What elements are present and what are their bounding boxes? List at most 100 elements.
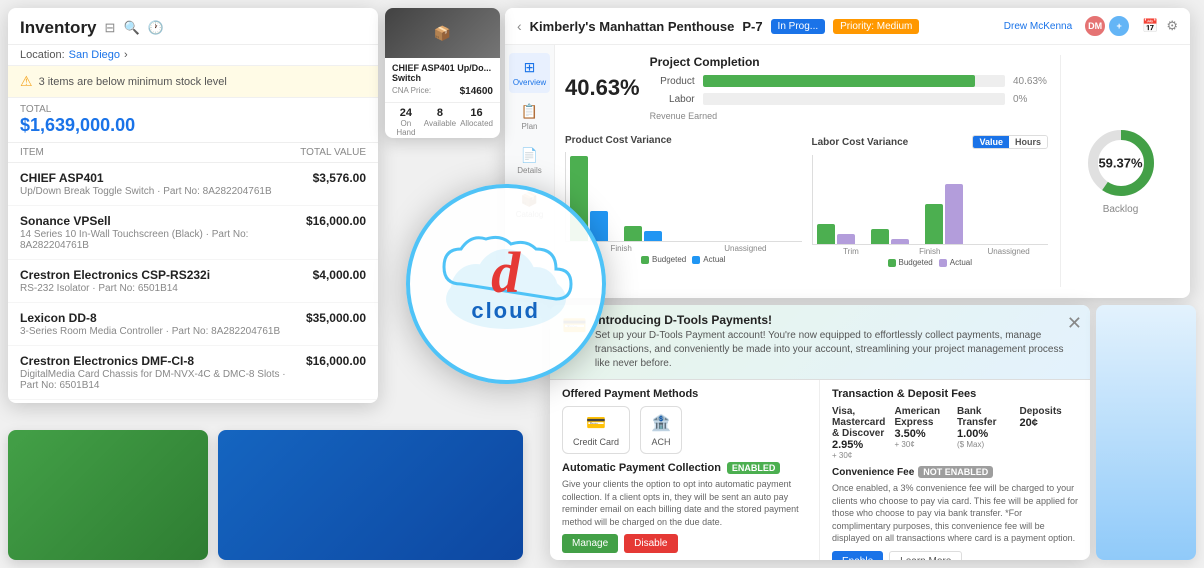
product-chart-title: Product Cost Variance [565,135,802,146]
chart-bar-budgeted [871,229,889,244]
available-stat: 8 Available [424,107,456,137]
convenience-fee-section: Convenience Fee NOT ENABLED Once enabled… [832,466,1078,560]
labor-progress-bar [703,93,1005,105]
payments-banner: 💳 Introducing D-Tools Payments! Set up y… [550,305,1090,380]
item-desc: Up/Down Break Toggle Switch · Part No: 8… [20,186,272,197]
on-hand-value: 24 [392,107,420,119]
labor-bar-label: Labor [650,94,695,105]
table-row[interactable]: Crestron Electronics CSP-RS232i RS-232 I… [8,260,378,303]
chart-xlabel-finish: Finish [894,247,965,256]
item-desc: 3-Series Room Media Controller · Part No… [20,326,280,337]
avatar: DM [1084,15,1106,37]
sidebar-item-details[interactable]: 📄 Details [513,141,545,181]
ach-method[interactable]: 🏦 ACH [640,406,682,454]
actual-dot [692,256,700,264]
available-label: Available [424,119,456,128]
item-name: Lexicon DD-8 [20,311,280,325]
chart-xlabel-trim: Trim [816,247,887,256]
backlog-label: Backlog [1103,204,1139,215]
price-label: CNA Price: [392,86,431,97]
blue-panel [218,430,523,560]
table-row[interactable]: CHIEF ASP401 Up/Down Break Toggle Switch… [8,163,378,206]
legend-budgeted: Budgeted [888,258,933,267]
payments-body: Offered Payment Methods 💳 Credit Card 🏦 … [550,380,1090,560]
chart-toggle[interactable]: Value Hours [972,135,1048,149]
banner-content: Introducing D-Tools Payments! Set up you… [595,313,1078,371]
chart-xlabel-unassigned: Unassigned [693,244,797,253]
legend-actual: Actual [939,258,972,267]
close-button[interactable]: ✕ [1067,313,1082,334]
project-header: ‹ Kimberly's Manhattan Penthouse P-7 In … [505,8,1190,45]
item-value: $35,000.00 [306,311,366,325]
project-body: ⊞ Overview 📋 Plan 📄 Details 📦 Catalog [505,45,1190,297]
back-button[interactable]: ‹ [517,18,522,34]
location-value[interactable]: San Diego [69,49,120,61]
sidebar-item-label: Details [517,166,541,175]
table-row[interactable]: Sony KD-85A80J 65" Class (64.5" viewable… [8,400,378,403]
sidebar-item-label: Plan [521,122,537,131]
calendar-icon[interactable]: 📅 [1142,18,1158,34]
payments-right: Transaction & Deposit Fees Visa, Masterc… [820,380,1090,560]
history-icon[interactable]: 🕐 [148,20,164,36]
conv-fee-row: Convenience Fee NOT ENABLED [832,466,1078,478]
visa-fee: Visa, Mastercard & Discover 2.95% + 30¢ [832,406,891,460]
product-info: CHIEF ASP401 Up/Do... Switch CNA Price: … [385,58,500,102]
auto-payment-row: Automatic Payment Collection ENABLED [562,462,807,474]
labor-chart-title: Labor Cost Variance Value Hours [812,135,1049,149]
enable-button[interactable]: Enable [832,551,883,560]
dcloud-letter: d [491,244,520,302]
deposit-fee: Deposits 20¢ [1020,406,1079,460]
allocated-label: Allocated [460,119,493,128]
manage-button[interactable]: Manage [562,534,618,553]
dcloud-text: cloud [471,298,540,324]
alert-banner: ⚠ 3 items are below minimum stock level [8,66,378,98]
item-name: Crestron Electronics CSP-RS232i [20,268,210,282]
payments-left: Offered Payment Methods 💳 Credit Card 🏦 … [550,380,820,560]
toggle-hours[interactable]: Hours [1009,136,1047,148]
product-bar-fill [703,75,975,87]
item-name: Crestron Electronics DMF-CI-8 [20,354,306,368]
legend-budgeted: Budgeted [641,255,686,264]
warning-icon: ⚠ [20,73,33,90]
sidebar-item-plan[interactable]: 📋 Plan [517,97,542,137]
inventory-panel: Inventory ⊟ 🔍 🕐 Location: San Diego › ⚠ … [8,8,378,403]
product-progress-bar [703,75,1005,87]
inventory-items-list: CHIEF ASP401 Up/Down Break Toggle Switch… [8,163,378,403]
product-bar-label: Product [650,76,695,87]
bank-sub: ($ Max) [957,440,1016,449]
table-row[interactable]: Lexicon DD-8 3-Series Room Media Control… [8,303,378,346]
location-breadcrumb: Location: San Diego › [8,45,378,66]
chart-group-unassigned [925,184,963,244]
credit-card-method[interactable]: 💳 Credit Card [562,406,630,454]
project-id: P-7 [742,19,762,34]
conv-title: Convenience Fee [832,467,914,478]
visa-label: Visa, Mastercard & Discover [832,406,891,439]
chart-bar-actual [837,234,855,244]
settings-icon[interactable]: ⚙ [1166,18,1178,34]
table-row[interactable]: Sonance VPSell 14 Series 10 In-Wall Touc… [8,206,378,260]
learn-more-button[interactable]: Learn More [889,551,962,560]
table-row[interactable]: Crestron Electronics DMF-CI-8 DigitalMed… [8,346,378,400]
table-header: ITEM TOTAL VALUE [8,143,378,163]
priority-badge[interactable]: Priority: Medium [833,19,919,34]
item-value: $16,000.00 [306,214,366,228]
auto-payment-label: Automatic Payment Collection [562,462,721,474]
legend-actual: Actual [692,255,725,264]
green-panel [8,430,208,560]
total-label: Total [20,104,366,115]
conv-fee-buttons: Enable Learn More [832,551,1078,560]
item-value: $4,000.00 [313,268,366,282]
filter-icon[interactable]: ⊟ [105,20,116,36]
sidebar-item-overview[interactable]: ⊞ Overview [509,53,550,93]
budgeted-dot [888,259,896,267]
disable-button[interactable]: Disable [624,534,677,553]
toggle-value[interactable]: Value [973,136,1009,148]
avatar: + [1108,15,1130,37]
chart-group-unassigned [624,226,662,241]
col-item: ITEM [20,147,44,158]
budgeted-dot [641,256,649,264]
allocated-value: 16 [460,107,493,119]
status-badge[interactable]: In Prog... [771,19,826,34]
search-icon[interactable]: 🔍 [123,20,139,36]
chart-group-trim [817,224,855,244]
